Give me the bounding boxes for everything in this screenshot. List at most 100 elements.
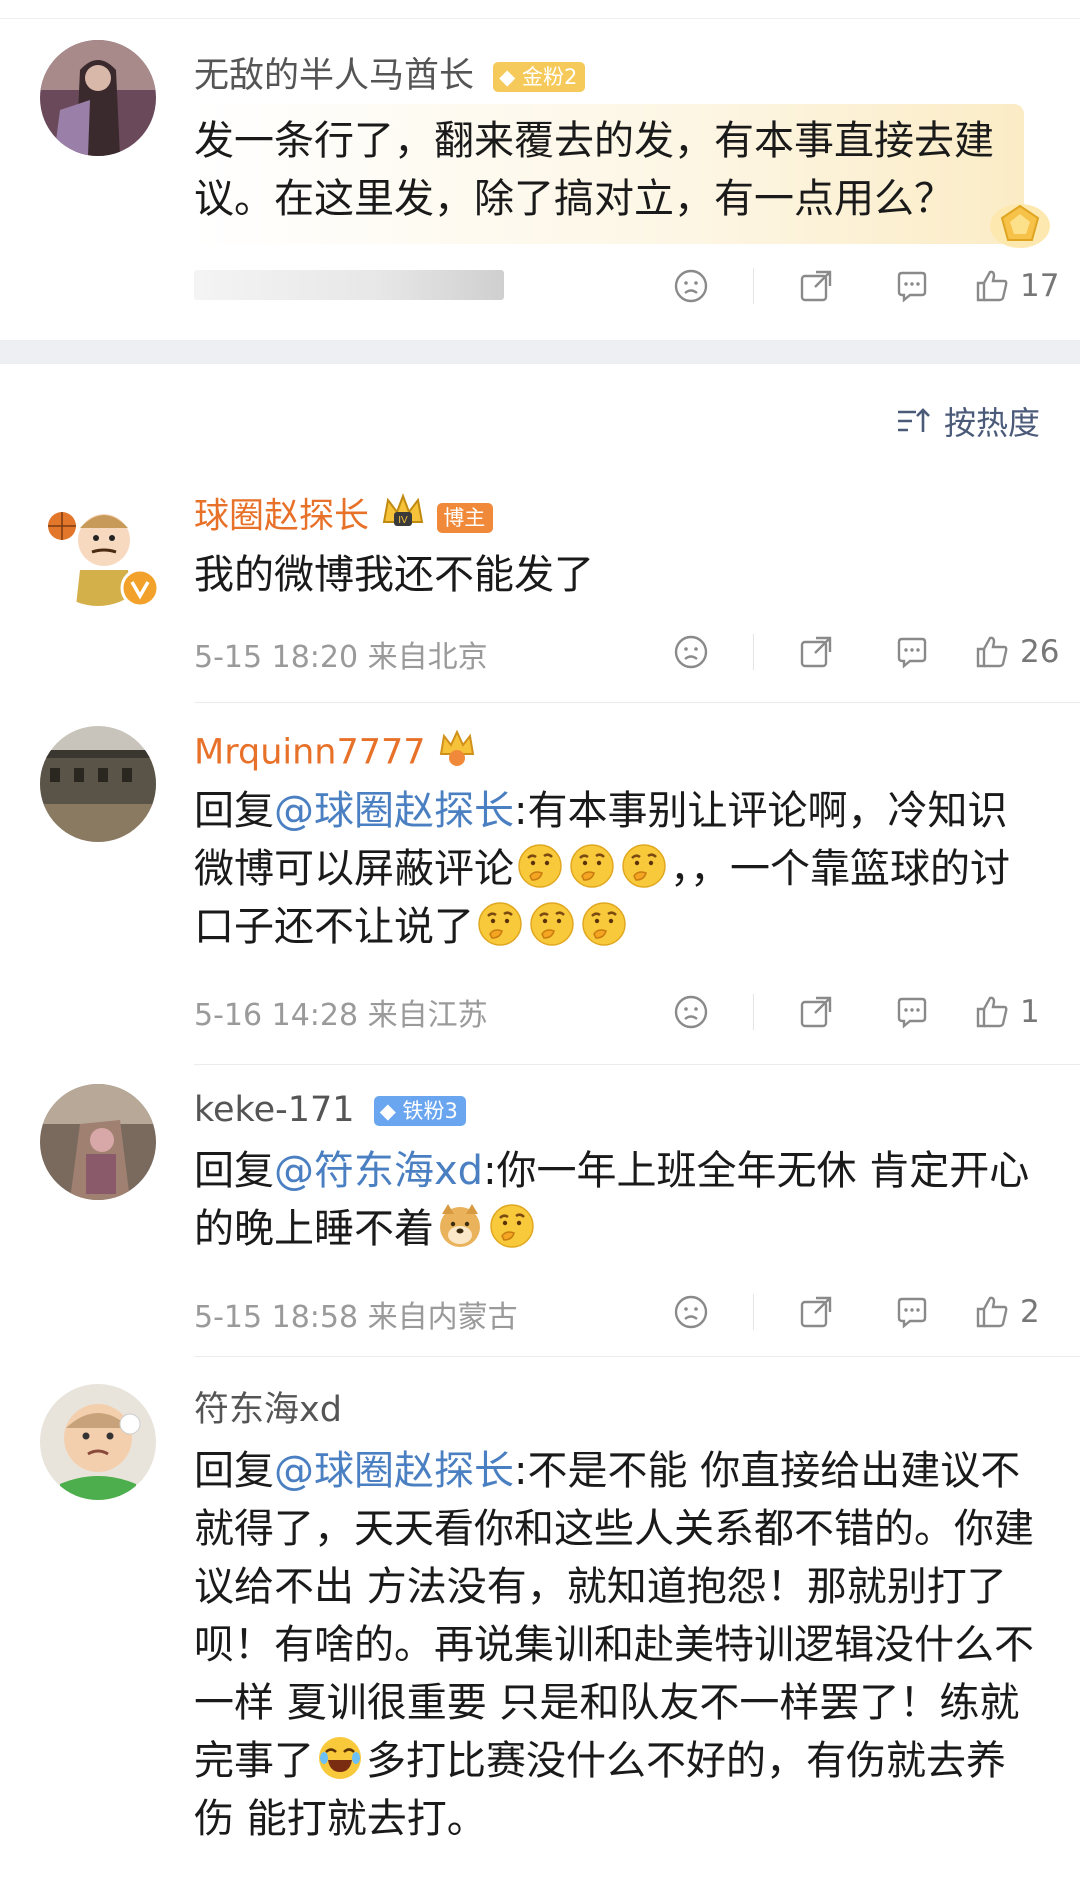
divider: [753, 994, 754, 1030]
username-text[interactable]: 球圈赵探长: [194, 497, 369, 537]
divider: [753, 634, 754, 670]
sad-face-icon: [674, 269, 708, 303]
thinking-emoji-icon: [581, 901, 627, 947]
thinking-emoji-icon: [489, 1203, 535, 1249]
share-icon: [800, 1296, 832, 1328]
sort-toggle[interactable]: 按热度: [896, 398, 1040, 444]
like-button[interactable]: 2: [960, 1286, 1060, 1338]
dislike-button[interactable]: [643, 986, 739, 1038]
fan-badge: ◆ 铁粉3: [373, 1096, 466, 1126]
username[interactable]: 符东海xd: [194, 1388, 342, 1432]
blurred-meta: [194, 270, 504, 300]
avatar[interactable]: [40, 1084, 156, 1200]
sad-face-icon: [674, 995, 708, 1029]
comment-meta: 5-15 18:20 来自北京: [194, 640, 488, 675]
mention-link[interactable]: @球圈赵探长: [274, 1448, 514, 1494]
comment-text: 发一条行了，翻来覆去的发，有本事直接去建议。在这里发，除了搞对立，有一点用么？: [194, 118, 994, 222]
action-bar: 2: [643, 1286, 1060, 1338]
mention-link[interactable]: @符东海xd: [274, 1148, 483, 1194]
thinking-emoji-icon: [529, 901, 575, 947]
sort-icon: [897, 408, 930, 432]
thinking-emoji-icon: [569, 843, 615, 889]
fan-badge: ◆ 金粉2: [493, 62, 586, 92]
laughing-crying-emoji-icon: [317, 1735, 363, 1781]
sad-face-icon: [674, 1295, 708, 1329]
diamond-icon: ◆: [379, 1099, 396, 1123]
username-text[interactable]: Mrquinn7777: [194, 733, 426, 773]
crown-icon: IV: [380, 492, 426, 543]
action-bar: 26: [643, 626, 1060, 678]
comment-icon: [897, 637, 927, 668]
top-comment-card: 无敌的半人马酋长 ◆ 金粉2 发一条行了，翻来覆去的发，有本事直接去建议。在这里…: [0, 0, 1080, 340]
thinking-emoji-icon: [517, 843, 563, 889]
comment-icon: [897, 271, 927, 302]
share-button[interactable]: [768, 1286, 864, 1338]
dislike-button[interactable]: [643, 260, 739, 312]
share-button[interactable]: [768, 986, 864, 1038]
doge-emoji-icon: [440, 1204, 480, 1247]
thinking-emoji-icon: [477, 901, 523, 947]
comment-text: 回复@球圈赵探长:不是不能 你直接给出建议不就得了，天天看你和这些人关系都不错的…: [194, 1448, 1034, 1842]
section-separator: [0, 340, 1080, 364]
divider: [194, 702, 1080, 703]
username[interactable]: 球圈赵探长 IV 博主: [194, 492, 494, 543]
share-icon: [800, 270, 832, 302]
like-button[interactable]: 26: [960, 626, 1060, 678]
thinking-emoji-icon: [621, 843, 667, 889]
comment-text: 我的微博我还不能发了: [194, 552, 594, 598]
like-count: 17: [1020, 268, 1060, 304]
comment-icon: [897, 997, 927, 1028]
dislike-button[interactable]: [643, 626, 739, 678]
avatar[interactable]: [40, 40, 156, 156]
username-text[interactable]: keke-171: [194, 1090, 355, 1130]
reply-button[interactable]: [864, 986, 960, 1038]
divider: [194, 1356, 1080, 1357]
thumbs-up-icon: [976, 996, 1008, 1028]
reply-button[interactable]: [864, 626, 960, 678]
comment-meta: 5-15 18:58 来自内蒙古: [194, 1300, 518, 1335]
avatar[interactable]: [40, 1384, 156, 1500]
comment-text: 回复@球圈赵探长:有本事别让评论啊，冷知识微博可以屏蔽评论 ，，一个靠篮球的讨口子…: [194, 788, 1010, 950]
gold-medal-icon: [984, 196, 1056, 260]
username[interactable]: keke-171 ◆ 铁粉3: [194, 1088, 466, 1132]
action-bar: 1: [643, 986, 1060, 1038]
like-count: 1: [1020, 994, 1040, 1030]
divider: [753, 268, 754, 304]
verified-icon: [120, 568, 160, 612]
host-badge: 博主: [437, 502, 494, 533]
username[interactable]: Mrquinn7777: [194, 728, 477, 779]
comment-icon: [897, 1297, 927, 1328]
reply-prefix: 回复: [194, 1448, 274, 1494]
level-badge: IV: [398, 515, 408, 526]
sad-face-icon: [674, 635, 708, 669]
username[interactable]: 无敌的半人马酋长 ◆ 金粉2: [194, 54, 586, 98]
divider: [194, 1064, 1080, 1065]
reply-prefix: 回复: [194, 1148, 274, 1194]
like-count: 2: [1020, 1294, 1040, 1330]
diamond-icon: ◆: [499, 65, 516, 89]
crown-icon: [437, 728, 477, 779]
avatar[interactable]: [40, 726, 156, 842]
thumbs-up-icon: [976, 636, 1008, 668]
like-count: 26: [1020, 634, 1060, 670]
divider: [753, 1294, 754, 1330]
dislike-button[interactable]: [643, 1286, 739, 1338]
share-icon: [800, 636, 832, 668]
reply-button[interactable]: [864, 260, 960, 312]
share-icon: [800, 996, 832, 1028]
comment-text: 回复@符东海xd:你一年上班全年无休 肯定开心的晚上睡不着: [194, 1148, 1030, 1252]
like-button[interactable]: 1: [960, 986, 1060, 1038]
thumbs-up-icon: [976, 1296, 1008, 1328]
mention-link[interactable]: @球圈赵探长: [274, 788, 514, 834]
username-text[interactable]: 无敌的半人马酋长: [194, 56, 474, 96]
share-button[interactable]: [768, 626, 864, 678]
username-text[interactable]: 符东海xd: [194, 1390, 342, 1430]
comment-screen: 无敌的半人马酋长 ◆ 金粉2 发一条行了，翻来覆去的发，有本事直接去建议。在这里…: [0, 0, 1080, 1901]
sort-label[interactable]: 按热度: [944, 398, 1040, 444]
reply-button[interactable]: [864, 1286, 960, 1338]
comment-meta: 5-16 14:28 来自江苏: [194, 998, 488, 1033]
share-button[interactable]: [768, 260, 864, 312]
action-bar: 17: [643, 260, 1060, 312]
like-button[interactable]: 17: [960, 260, 1060, 312]
thumbs-up-icon: [976, 270, 1008, 302]
